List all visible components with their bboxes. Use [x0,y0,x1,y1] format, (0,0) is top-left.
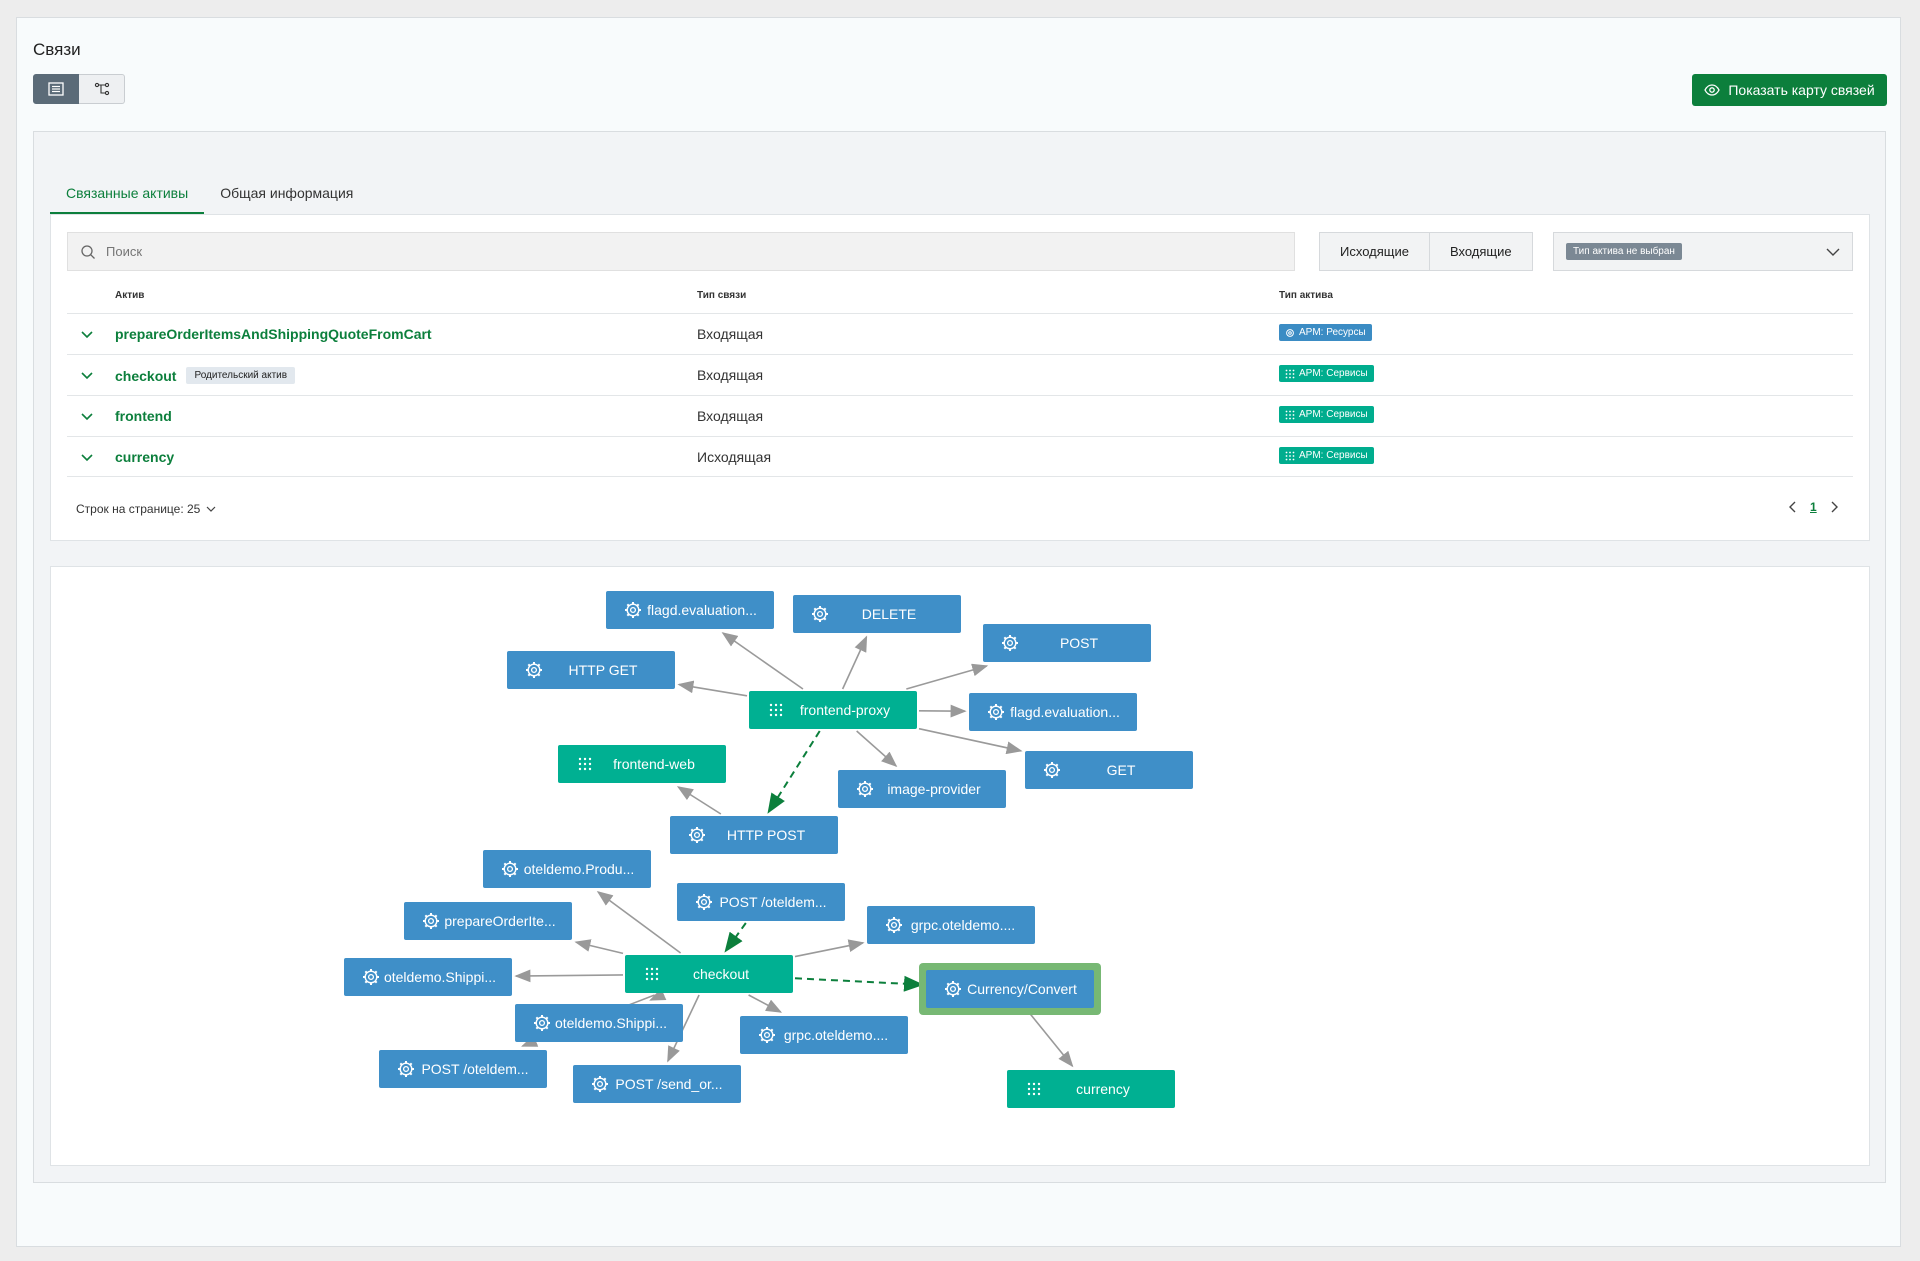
graph-node-produ[interactable]: oteldemo.Produ... [483,850,651,888]
graph-node-label: grpc.oteldemo.... [784,1027,888,1043]
graph-edge [724,922,747,953]
graph-node-prepare[interactable]: prepareOrderIte... [404,902,572,940]
graph-node-label: HTTP POST [727,827,806,843]
graph-node-label: GET [1107,762,1136,778]
graph-node-label: oteldemo.Shippi... [384,969,496,985]
graph-edge [841,635,868,690]
graph-node-currconv[interactable]: Currency/Convert [919,963,1101,1015]
graph-node-label: oteldemo.Shippi... [555,1015,667,1031]
graph-node-label: currency [1076,1081,1130,1097]
graph-edge [794,939,865,958]
graph-node-shippi2[interactable]: oteldemo.Shippi... [515,1004,683,1042]
grid-icon [1027,1082,1041,1096]
graph-edge [767,730,821,814]
graph-node-label: image-provider [887,781,981,797]
grid-icon [578,757,592,771]
graph-node-delete[interactable]: DELETE [793,595,961,633]
graph-node-fproxy[interactable]: frontend-proxy [749,691,917,729]
graph-node-label: DELETE [862,606,916,622]
graph-node-label: POST /send_or... [615,1076,722,1092]
graph-edge [856,730,898,768]
graph-nodes: flagd.evaluation... DELETE POST HTTP GET fro… [344,591,1193,1108]
graph-node-grpc2[interactable]: grpc.oteldemo.... [740,1016,908,1054]
graph-node-label: frontend-proxy [800,702,890,718]
grid-icon [645,967,659,981]
relations-graph[interactable]: flagd.evaluation... DELETE POST HTTP GET fro… [0,0,1920,1261]
graph-node-label: HTTP GET [569,662,638,678]
graph-node-postotel1[interactable]: POST /oteldem... [677,883,845,921]
graph-node-currency[interactable]: currency [1007,1070,1175,1108]
graph-node-label: prepareOrderIte... [444,913,555,929]
grid-icon [769,703,783,717]
graph-edge [794,975,924,992]
graph-node-post[interactable]: POST [983,624,1151,662]
graph-edge [514,969,624,983]
graph-node-flagd1[interactable]: flagd.evaluation... [606,591,774,629]
graph-edge [1026,1009,1074,1068]
graph-node-label: oteldemo.Produ... [524,861,635,877]
graph-node-get[interactable]: GET [1025,751,1193,789]
graph-node-label: POST [1060,635,1099,651]
graph-node-label: flagd.evaluation... [647,602,757,618]
graph-edge [677,680,748,697]
graph-edge [906,663,989,690]
graph-node-label: checkout [693,966,749,982]
graph-node-label: POST /oteldem... [719,894,826,910]
graph-node-postotel2[interactable]: POST /oteldem... [379,1050,547,1088]
graph-node-checkout[interactable]: checkout [625,955,793,993]
graph-node-label: frontend-web [613,756,695,772]
graph-node-imgprov[interactable]: image-provider [838,770,1006,808]
graph-node-grpc1[interactable]: grpc.oteldemo.... [867,906,1035,944]
graph-node-httpget[interactable]: HTTP GET [507,651,675,689]
graph-node-label: POST /oteldem... [421,1061,528,1077]
graph-node-label: flagd.evaluation... [1010,704,1120,720]
graph-node-postsend[interactable]: POST /send_or... [573,1065,741,1103]
graph-edge [748,994,783,1013]
graph-edge [676,786,722,815]
graph-edge [918,727,1023,755]
graph-edge [596,891,682,954]
graph-edge [721,632,804,690]
graph-node-fweb[interactable]: frontend-web [558,745,726,783]
graph-node-label: Currency/Convert [967,981,1077,997]
graph-node-label: grpc.oteldemo.... [911,917,1015,933]
graph-node-flagd2[interactable]: flagd.evaluation... [969,693,1137,731]
graph-node-shippi1[interactable]: oteldemo.Shippi... [344,958,512,996]
graph-edge [574,939,624,955]
graph-node-httppost[interactable]: HTTP POST [670,816,838,854]
